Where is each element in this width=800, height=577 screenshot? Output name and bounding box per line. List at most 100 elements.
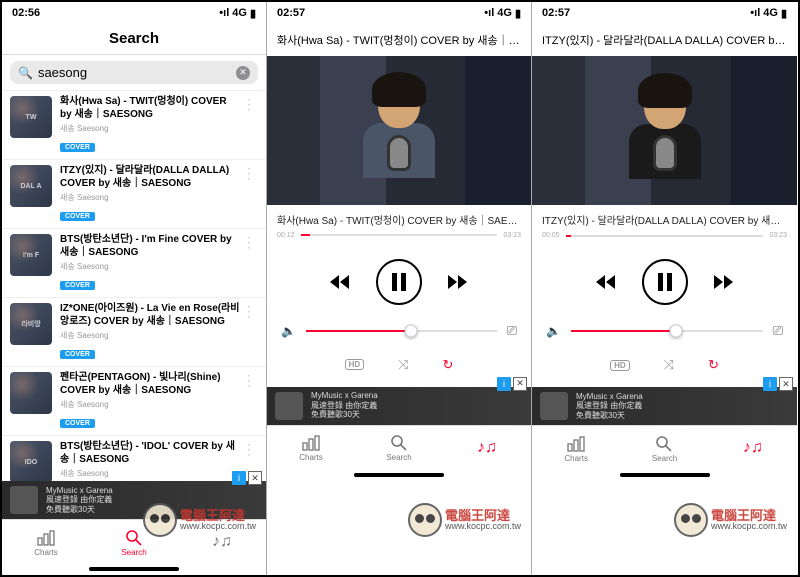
airplay-icon[interactable]: ⎚	[773, 323, 783, 339]
result-content: BTS(방탄소년단) - I'm Fine COVER by 새송｜SAESON…	[60, 234, 240, 292]
signal-icon: •ıl	[484, 7, 494, 19]
hd-button[interactable]: HD	[610, 360, 630, 371]
hd-button[interactable]: HD	[345, 359, 365, 370]
repeat-button[interactable]: ↻	[708, 357, 719, 373]
watermark-logo	[408, 503, 442, 537]
search-result-item[interactable]: TW 화사(Hwa Sa) - TWIT(멍청이) COVER by 새송｜SA…	[2, 91, 266, 160]
repeat-button[interactable]: ↻	[443, 357, 454, 373]
tab-charts[interactable]: Charts	[532, 426, 620, 471]
music-icon: ♪♫	[743, 439, 763, 457]
volume-icon[interactable]: 🔈	[546, 324, 561, 338]
signal-icon: •ıl	[750, 7, 760, 19]
rewind-button[interactable]	[594, 273, 618, 291]
home-indicator[interactable]	[354, 473, 444, 477]
search-result-item[interactable]: I'm F BTS(방탄소년단) - I'm Fine COVER by 새송｜…	[2, 229, 266, 298]
time-total: 03:23	[769, 232, 787, 239]
result-subtitle: 새송 Saesong	[60, 261, 240, 272]
home-indicator[interactable]	[89, 567, 179, 571]
status-bar: 02:57 •ıl 4G ▮	[267, 2, 531, 24]
search-input[interactable]	[38, 65, 236, 80]
phone-player-2: 02:57 •ıl 4G ▮ ITZY(있지) - 달라달라(DALLA DAL…	[532, 2, 797, 575]
progress-row: 00:12 03:23	[267, 230, 531, 245]
volume-slider[interactable]	[571, 330, 763, 332]
result-subtitle: 새송 Saesong	[60, 330, 240, 341]
signal-icon: •ıl	[219, 7, 229, 19]
tab-charts[interactable]: Charts	[267, 426, 355, 471]
rewind-button[interactable]	[328, 273, 352, 291]
airplay-icon[interactable]: ⎚	[507, 323, 517, 339]
ad-thumbnail	[275, 392, 303, 420]
ad-text: MyMusic x Garena 風速登錄 由你定義 免費聽歌30天	[576, 392, 789, 421]
ad-info-icon[interactable]: i	[763, 377, 777, 391]
more-options-button[interactable]: ⋮	[240, 441, 258, 458]
video-player[interactable]	[267, 56, 531, 205]
more-options-button[interactable]: ⋮	[240, 96, 258, 113]
ad-banner[interactable]: i ✕ MyMusic x Garena 風速登錄 由你定義 免費聽歌30天	[532, 387, 797, 425]
ad-info-icon[interactable]: i	[232, 471, 246, 485]
watermark: 電腦王阿達 www.kocpc.com.tw	[674, 503, 787, 537]
more-options-button[interactable]: ⋮	[240, 165, 258, 182]
forward-button[interactable]	[446, 273, 470, 291]
more-options-button[interactable]: ⋮	[240, 372, 258, 389]
tab-music[interactable]: ♪♫	[178, 520, 266, 565]
progress-bar[interactable]	[566, 235, 764, 237]
time-total: 03:23	[503, 232, 521, 239]
search-container: 🔍 ✕	[2, 55, 266, 91]
search-result-item[interactable]: DAL A ITZY(있지) - 달라달라(DALLA DALLA) COVER…	[2, 160, 266, 229]
page-header: Search	[2, 24, 266, 55]
ad-close-button[interactable]: ✕	[248, 471, 262, 485]
status-time: 02:57	[277, 7, 305, 19]
ad-thumbnail	[10, 486, 38, 514]
search-result-item[interactable]: 펜타곤(PENTAGON) - 빛나리(Shine) COVER by 새송｜S…	[2, 367, 266, 436]
pause-button[interactable]	[642, 259, 688, 305]
status-right: •ıl 4G ▮	[750, 7, 787, 20]
search-tab-icon	[390, 434, 408, 452]
ad-close-button[interactable]: ✕	[513, 377, 527, 391]
result-thumbnail: DAL A	[10, 165, 52, 207]
search-results-list[interactable]: TW 화사(Hwa Sa) - TWIT(멍청이) COVER by 새송｜SA…	[2, 91, 266, 481]
more-options-button[interactable]: ⋮	[240, 303, 258, 320]
shuffle-button[interactable]: ⤨	[398, 357, 408, 373]
ad-banner[interactable]: i ✕ MyMusic x Garena 風速登錄 由你定義 免費聽歌30天	[267, 387, 531, 425]
result-subtitle: 새송 Saesong	[60, 468, 240, 479]
charts-icon	[37, 529, 55, 547]
volume-icon[interactable]: 🔈	[281, 324, 296, 338]
tab-music[interactable]: ♪♫	[709, 426, 797, 471]
ad-info-icon[interactable]: i	[497, 377, 511, 391]
result-subtitle: 새송 Saesong	[60, 123, 240, 134]
search-icon: 🔍	[18, 66, 33, 80]
home-indicator[interactable]	[620, 473, 710, 477]
pause-button[interactable]	[376, 259, 422, 305]
tab-charts[interactable]: Charts	[2, 520, 90, 565]
result-content: 펜타곤(PENTAGON) - 빛나리(Shine) COVER by 새송｜S…	[60, 372, 240, 430]
battery-icon: ▮	[781, 7, 787, 20]
volume-row: 🔈 ⎚	[532, 315, 797, 347]
mode-row: HD ⤨ ↻	[267, 347, 531, 387]
now-playing-title: ITZY(있지) - 달라달라(DALLA DALLA) COVER by 새송…	[532, 205, 797, 230]
more-options-button[interactable]: ⋮	[240, 234, 258, 251]
search-result-item[interactable]: 라비앙 IZ*ONE(아이즈원) - La Vie en Rose(라비앙로즈)…	[2, 298, 266, 367]
video-player[interactable]	[532, 56, 797, 205]
status-right: •ıl 4G ▮	[219, 7, 256, 20]
ad-close-button[interactable]: ✕	[779, 377, 793, 391]
result-title: BTS(방탄소년단) - I'm Fine COVER by 새송｜SAESON…	[60, 234, 240, 259]
result-title: 펜타곤(PENTAGON) - 빛나리(Shine) COVER by 새송｜S…	[60, 372, 240, 397]
result-content: IZ*ONE(아이즈원) - La Vie en Rose(라비앙로즈) COV…	[60, 303, 240, 361]
volume-slider[interactable]	[306, 330, 497, 332]
progress-bar[interactable]	[301, 234, 498, 236]
ad-banner[interactable]: i ✕ MyMusic x Garena 風速登錄 由你定義 免費聽歌30天	[2, 481, 266, 519]
video-header: 화사(Hwa Sa) - TWIT(멍청이) COVER by 새송｜SA...	[267, 24, 531, 56]
result-content: 화사(Hwa Sa) - TWIT(멍청이) COVER by 새송｜SAESO…	[60, 96, 240, 154]
tab-music[interactable]: ♪♫	[443, 426, 531, 471]
forward-button[interactable]	[712, 273, 736, 291]
network-label: 4G	[232, 7, 247, 19]
tab-bar: Charts Search ♪♫	[532, 425, 797, 471]
search-box[interactable]: 🔍 ✕	[10, 61, 258, 84]
tab-search[interactable]: Search	[90, 520, 178, 565]
tab-search[interactable]: Search	[620, 426, 708, 471]
music-icon: ♪♫	[212, 533, 232, 551]
shuffle-button[interactable]: ⤨	[664, 357, 674, 373]
clear-search-button[interactable]: ✕	[236, 66, 250, 80]
search-result-item[interactable]: IDO BTS(방탄소년단) - 'IDOL' COVER by 새송｜SAES…	[2, 436, 266, 481]
tab-search[interactable]: Search	[355, 426, 443, 471]
